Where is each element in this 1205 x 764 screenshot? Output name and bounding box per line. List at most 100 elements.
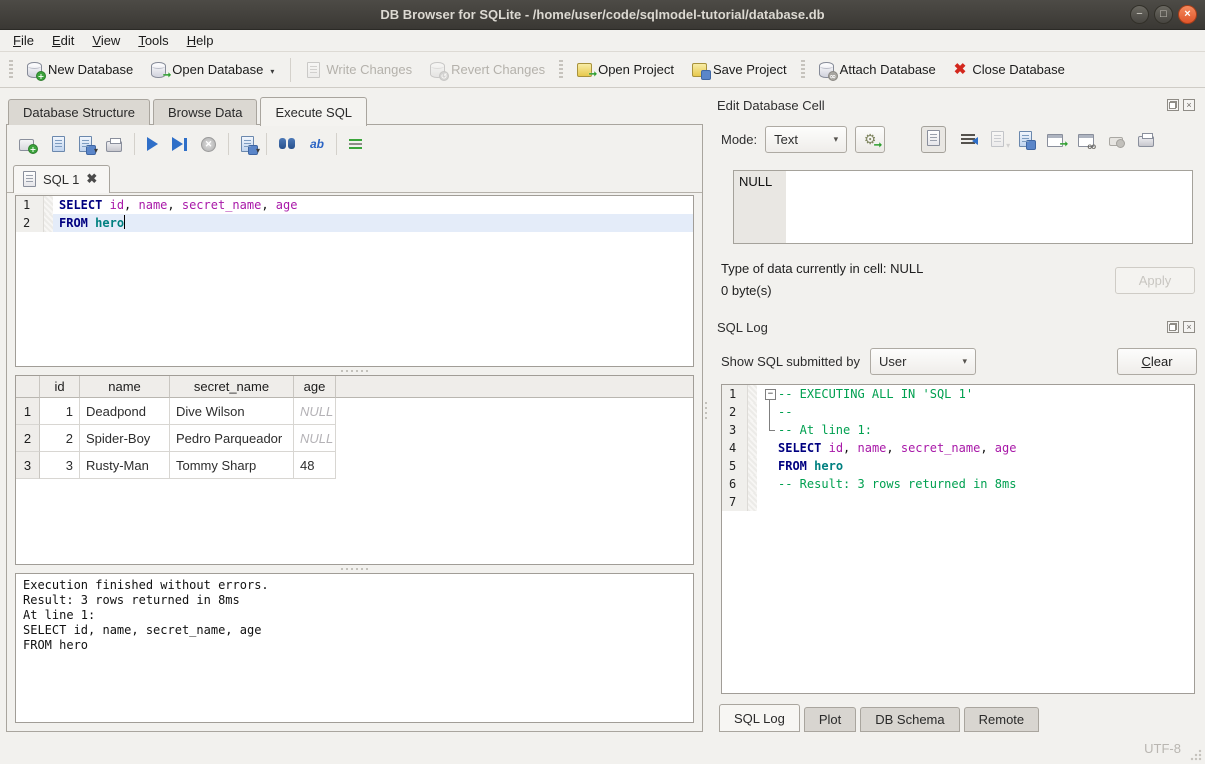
column-header-age[interactable]: age xyxy=(294,376,336,398)
submitted-by-select[interactable]: User ▾ xyxy=(870,348,976,375)
splitter-editor-results[interactable] xyxy=(7,367,702,375)
table-cell[interactable]: 2 xyxy=(40,425,80,452)
fold-marker[interactable] xyxy=(763,385,778,403)
table-cell[interactable]: Deadpond xyxy=(80,398,170,425)
fold-margin xyxy=(748,493,757,511)
table-cell[interactable]: NULL xyxy=(294,425,336,452)
apply-button[interactable]: Apply xyxy=(1115,267,1195,294)
format-sql-icon[interactable] xyxy=(349,137,363,151)
message-line: Result: 3 rows returned in 8ms xyxy=(23,593,686,608)
table-cell[interactable]: Pedro Parqueador xyxy=(170,425,294,452)
menu-tools[interactable]: Tools xyxy=(129,30,177,51)
table-cell[interactable]: 3 xyxy=(40,452,80,479)
set-null-icon[interactable] xyxy=(1109,137,1123,146)
column-header-secret-name[interactable]: secret_name xyxy=(170,376,294,398)
clear-button[interactable]: Clear xyxy=(1117,348,1197,375)
resize-grip[interactable] xyxy=(1190,749,1202,761)
close-dock-icon[interactable]: × xyxy=(1183,99,1195,111)
execute-all-icon[interactable] xyxy=(147,137,158,151)
menu-edit[interactable]: Edit xyxy=(43,30,83,51)
toolbar-drag-handle[interactable] xyxy=(801,60,805,80)
menu-view[interactable]: View xyxy=(83,30,129,51)
attach-database-button[interactable]: ∞ Attach Database xyxy=(810,58,945,82)
line-number: 3 xyxy=(722,421,748,439)
dock-tab-bar: SQL Log Plot DB Schema Remote xyxy=(717,704,1197,732)
close-dock-icon[interactable]: × xyxy=(1183,321,1195,333)
fold-margin xyxy=(748,403,757,421)
column-header-id[interactable]: id xyxy=(40,376,80,398)
open-project-button[interactable]: ➞ Open Project xyxy=(568,58,683,81)
float-dock-icon[interactable] xyxy=(1167,321,1179,333)
close-database-button[interactable]: ✖ Close Database xyxy=(945,58,1074,81)
sql-editor[interactable]: 1SELECT id, name, secret_name, age2FROM … xyxy=(15,195,694,367)
table-cell[interactable]: Spider-Boy xyxy=(80,425,170,452)
sql-file-tab[interactable]: SQL 1 ✖ xyxy=(13,165,110,193)
execute-sql-pane: + ▾ ✕ ▾ ab xyxy=(6,124,703,732)
toolbar-drag-handle[interactable] xyxy=(9,60,13,80)
tab-browse-data[interactable]: Browse Data xyxy=(153,99,257,125)
print-icon[interactable] xyxy=(106,141,122,152)
table-cell[interactable]: Rusty-Man xyxy=(80,452,170,479)
find-replace-icon[interactable] xyxy=(279,137,296,151)
save-as-icon[interactable] xyxy=(1019,131,1032,147)
open-database-dropdown-icon[interactable]: ▾ xyxy=(270,67,274,78)
dock-tab-db-schema[interactable]: DB Schema xyxy=(860,707,959,732)
text-mode-button[interactable] xyxy=(921,126,946,153)
message-line: SELECT id, name, secret_name, age xyxy=(23,623,686,638)
toolbar-drag-handle[interactable] xyxy=(559,60,563,80)
menu-file[interactable]: File xyxy=(4,30,43,51)
auto-apply-button[interactable]: ⚙ ➞ xyxy=(855,126,885,153)
close-icon[interactable]: × xyxy=(1178,5,1197,24)
table-cell[interactable]: NULL xyxy=(294,398,336,425)
word-wrap-icon[interactable] xyxy=(961,132,976,146)
open-sql-file-icon[interactable] xyxy=(52,136,65,152)
revert-changes-button[interactable]: ↺ Revert Changes xyxy=(421,58,554,82)
row-number[interactable]: 3 xyxy=(16,452,40,479)
maximize-icon[interactable]: □ xyxy=(1154,5,1173,24)
table-cell[interactable]: Dive Wilson xyxy=(170,398,294,425)
write-changes-button[interactable]: Write Changes xyxy=(298,58,421,82)
sql-log-view[interactable]: 1-- EXECUTING ALL IN 'SQL 1'2--3-- At li… xyxy=(721,384,1195,694)
encoding-indicator[interactable]: UTF-8 xyxy=(1144,741,1181,756)
column-header-name[interactable]: name xyxy=(80,376,170,398)
statusbar: UTF-8 xyxy=(0,732,1205,764)
tab-database-structure[interactable]: Database Structure xyxy=(8,99,150,125)
fold-margin xyxy=(748,439,757,457)
copy-link-icon[interactable] xyxy=(1078,134,1094,147)
line-number: 5 xyxy=(722,457,748,475)
minimize-icon[interactable]: − xyxy=(1130,5,1149,24)
save-sql-file-icon[interactable]: ▾ xyxy=(79,136,92,152)
table-cell[interactable]: 1 xyxy=(40,398,80,425)
export-icon[interactable]: ➞ xyxy=(1047,134,1063,147)
stop-icon[interactable]: ✕ xyxy=(201,137,216,152)
new-database-button[interactable]: + New Database xyxy=(18,58,142,82)
print-cell-icon[interactable] xyxy=(1138,136,1154,147)
row-number[interactable]: 2 xyxy=(16,425,40,452)
open-database-button[interactable]: ➞ Open Database ▾ xyxy=(142,58,283,82)
tab-execute-sql[interactable]: Execute SQL xyxy=(260,97,367,126)
row-number[interactable]: 1 xyxy=(16,398,40,425)
dock-tab-plot[interactable]: Plot xyxy=(804,707,856,732)
cell-content-editor[interactable]: NULL xyxy=(733,170,1193,244)
mode-select[interactable]: Text ▾ xyxy=(765,126,847,153)
execute-current-line-icon[interactable] xyxy=(172,137,187,151)
results-table[interactable]: id name secret_name age 11DeadpondDive W… xyxy=(15,375,694,565)
code-line: 1SELECT id, name, secret_name, age xyxy=(16,196,693,214)
splitter-results-message[interactable] xyxy=(7,565,702,573)
save-results-icon[interactable]: ▾ xyxy=(241,136,254,152)
auto-complete-icon[interactable]: ab xyxy=(310,136,324,152)
float-dock-icon[interactable] xyxy=(1167,99,1179,111)
import-icon[interactable]: ▾ xyxy=(991,131,1004,147)
save-project-button[interactable]: Save Project xyxy=(683,58,796,81)
line-number: 2 xyxy=(722,403,748,421)
dock-tab-remote[interactable]: Remote xyxy=(964,707,1040,732)
execution-message-area[interactable]: Execution finished without errors. Resul… xyxy=(15,573,694,723)
table-cell[interactable]: 48 xyxy=(294,452,336,479)
new-tab-icon[interactable]: + xyxy=(19,139,34,151)
app-window: DB Browser for SQLite - /home/user/code/… xyxy=(0,0,1205,764)
table-cell[interactable]: Tommy Sharp xyxy=(170,452,294,479)
dock-tab-sql-log[interactable]: SQL Log xyxy=(719,704,800,732)
close-tab-icon[interactable]: ✖ xyxy=(86,173,97,185)
menu-help[interactable]: Help xyxy=(178,30,223,51)
results-header-filler xyxy=(336,376,693,398)
